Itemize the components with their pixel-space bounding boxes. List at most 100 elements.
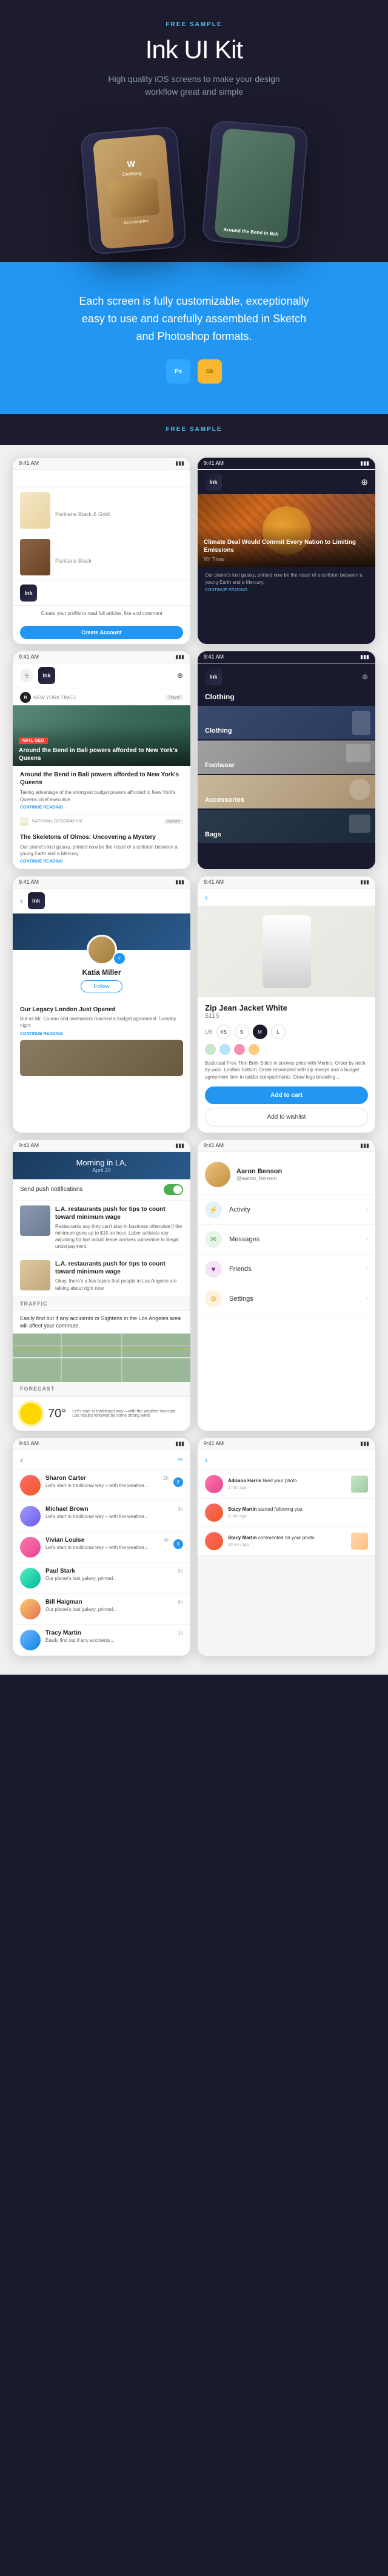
status-bar-9: 9:41 AM ▮▮▮ (13, 1438, 190, 1450)
temperature-display: 70° (48, 1407, 66, 1421)
chat-nav: ‹ New Group ✏ (13, 1450, 190, 1470)
chat-name-row-3: Vivian Louise 4h (45, 1537, 169, 1544)
activity-name-3: Stacy Martin (228, 1535, 257, 1541)
photoshop-icon: Ps (166, 359, 190, 384)
item-thumb-2 (20, 539, 50, 575)
status-bar-7: 9:41 AM ▮▮▮ (13, 1140, 190, 1152)
status-bar-2: 9:41 AM ▮▮▮ (198, 458, 375, 470)
hamburger-icon[interactable]: ☰ (20, 669, 33, 682)
compose-icon[interactable]: ✏ (178, 1457, 183, 1463)
cat-footwear[interactable]: Footwear (198, 741, 375, 774)
ink-logo-4: Ink (205, 668, 222, 685)
friends-icon: ♥ (205, 1261, 222, 1278)
chat-avatar-4 (20, 1568, 41, 1588)
search-icon-cat[interactable]: ⊕ (362, 673, 368, 681)
cat-bags[interactable]: Bags (198, 810, 375, 843)
ng-source: NATIONAL GEOGRAPHIC (32, 819, 83, 824)
activity-content-1: Adriana Harris liked your photo 2 min ag… (228, 1478, 346, 1490)
menu-avatar (205, 1162, 230, 1187)
size-xs[interactable]: XS (216, 1025, 231, 1039)
activity-text-2: Stacy Martin started following you (228, 1507, 368, 1513)
size-s[interactable]: S (235, 1025, 249, 1039)
forecast-section-header: Forecast (13, 1382, 190, 1396)
article-hero-overlay: NATL GEO Around the Bend in Bali powers … (13, 725, 190, 766)
activity-item-2[interactable]: Stacy Martin started following you 5 min… (198, 1499, 375, 1527)
cat-clothing[interactable]: Clothing (198, 706, 375, 739)
toggle-row: Send push notifications (13, 1179, 190, 1201)
item-info-2: Signature Warm Parklane Black (55, 551, 97, 564)
tiger-description: Our planet's lost galaxy, printed now be… (205, 572, 368, 585)
color-blue[interactable] (219, 1044, 230, 1055)
ink-logo-1: Ink (20, 585, 37, 602)
menu-settings-label: Settings (229, 1295, 359, 1303)
activity-item-1[interactable]: Adriana Harris liked your photo 2 min ag… (198, 1470, 375, 1499)
news-item-text-1: Restaurants say they can't stay in busin… (55, 1223, 183, 1250)
activity-time-2: 5 min ago (228, 1514, 368, 1519)
search-icon[interactable]: ⊕ (177, 671, 183, 680)
follow-button[interactable]: Follow (81, 980, 122, 992)
status-bar-4: 9:41 AM ▮▮▮ (198, 651, 375, 663)
main-title: Ink UI Kit (12, 35, 376, 64)
size-m[interactable]: M (253, 1025, 267, 1039)
edit-avatar-icon[interactable]: + (113, 952, 126, 965)
add-to-cart-button[interactable]: Add to cart (205, 1086, 368, 1104)
color-pink[interactable] (234, 1044, 245, 1055)
jacket-info: Zip Jean Jacket White $115 US XS S M L B… (198, 997, 375, 1133)
continue-reading-2[interactable]: CONTINUE READING (20, 859, 183, 864)
status-bar-1: 9:41 AM ▮▮▮ (13, 458, 190, 470)
menu-user-info: Aaron Benson @aaron_benson (236, 1168, 282, 1181)
clothing-item-2: Signature Warm Parklane Black (13, 534, 190, 581)
activity-item-3[interactable]: Stacy Martin commented on your photo 10 … (198, 1527, 375, 1556)
cat-accessories[interactable]: Accessories (198, 775, 375, 808)
chat-msg-6: Easily find out if any accidents... (45, 1638, 183, 1644)
chat-back-icon[interactable]: ‹ (20, 1455, 23, 1465)
menu-item-messages[interactable]: ✉ Messages › (198, 1225, 375, 1255)
color-green[interactable] (205, 1044, 216, 1055)
profile-name: Katia Miller (13, 968, 190, 977)
menu-item-friends[interactable]: ♥ Friends › (198, 1255, 375, 1284)
jacket-name: Zip Jean Jacket White (205, 1003, 368, 1012)
toggle-switch[interactable] (164, 1184, 183, 1195)
chat-item-1[interactable]: Sharon Carter 2h Let's start in traditio… (13, 1470, 190, 1501)
continue-reading-1[interactable]: CONTINUE READING (20, 805, 183, 810)
clothing-title: Clothing (20, 475, 47, 482)
menu-user-handle: @aaron_benson (236, 1175, 282, 1181)
chat-name-row-5: Bill Haigman 6h (45, 1599, 183, 1605)
tiger-source: NY Times (204, 557, 369, 562)
color-orange[interactable] (249, 1044, 259, 1055)
activity-time-1: 2 min ago (228, 1486, 346, 1490)
back-icon[interactable]: ‹ (20, 896, 23, 906)
jacket-description: Backroad Free Thin Brim Stitch in stroke… (205, 1060, 368, 1080)
activity-back-icon[interactable]: ‹ (205, 1455, 208, 1465)
weather-row: 70° Let's start in traditional way – wit… (13, 1396, 190, 1431)
profile-continue[interactable]: CONTINUE READING (20, 1032, 183, 1036)
cat-clothing-label: Clothing (205, 727, 232, 734)
status-bar-8: 9:41 AM ▮▮▮ (198, 1140, 375, 1152)
create-account-button[interactable]: Create Account (20, 626, 183, 639)
chat-item-6[interactable]: Tracy Martin 1d Easily find out if any a… (13, 1625, 190, 1656)
temperature-value: 70° (48, 1407, 66, 1420)
chat-item-2[interactable]: Michael Brown 3h Let's start in traditio… (13, 1501, 190, 1532)
chat-item-3[interactable]: Vivian Louise 4h Let's start in traditio… (13, 1532, 190, 1563)
add-to-wishlist-button[interactable]: Add to wishlist (205, 1108, 368, 1127)
tiger-overlay: Climate Deal Would Commit Every Nation t… (198, 526, 375, 567)
free-sample-badge: FREE SAMPLE (166, 21, 222, 28)
chat-title: New Group (28, 1456, 173, 1463)
clothing-header: Clothing (13, 470, 190, 487)
jacket-back-icon[interactable]: ‹ (205, 892, 208, 902)
screen-profile: 9:41 AM ▮▮▮ ‹ Ink + Katia Miller Follow … (12, 876, 191, 1133)
news-thumb-2 (20, 1260, 50, 1290)
chat-content-1: Sharon Carter 2h Let's start in traditio… (45, 1475, 169, 1489)
menu-item-activity[interactable]: ⚡ Activity › (198, 1195, 375, 1225)
chat-content-3: Vivian Louise 4h Let's start in traditio… (45, 1537, 169, 1551)
chat-item-4[interactable]: Paul Stark 5h Our planet's last galaxy, … (13, 1563, 190, 1594)
chat-item-5[interactable]: Bill Haigman 6h Our planet's last galaxy… (13, 1594, 190, 1625)
size-l[interactable]: L (271, 1025, 286, 1039)
screen-clothing-categories: 9:41 AM ▮▮▮ Ink ⊕ Clothing Clothing Foot… (197, 651, 376, 870)
news-item-1: L.A. restaurants push for tips to count … (13, 1201, 190, 1256)
chat-time-4: 5h (178, 1568, 183, 1574)
jacket-nav-title: Clothing (213, 894, 238, 901)
phone-mockup-right: Around the Bend in Bali (201, 120, 309, 249)
chat-time-2: 3h (178, 1507, 183, 1512)
menu-item-settings[interactable]: ⚙ Settings › (198, 1284, 375, 1314)
